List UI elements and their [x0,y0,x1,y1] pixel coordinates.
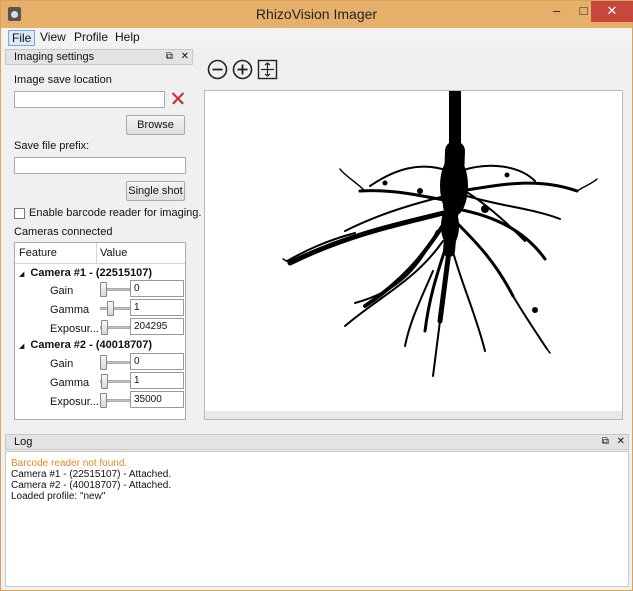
feature-gain-1: Gain [50,285,74,297]
camera-group-2[interactable]: ◢ Camera #2 - (40018707) [19,339,152,351]
slider-handle[interactable] [100,393,107,408]
float-dock-icon[interactable]: ⧉ [602,436,609,447]
prefix-input[interactable] [14,157,186,174]
log-line: Loaded profile: "new" [11,491,106,502]
exposure-value-1[interactable]: 204295 [130,318,184,335]
single-shot-button[interactable]: Single shot [126,181,185,201]
log-line: Camera #1 - (22515107) - Attached. [11,469,172,480]
save-location-label: Image save location [14,74,112,86]
log-titlebar[interactable]: Log ⧉ ✕ [5,434,629,450]
slider-handle[interactable] [100,355,107,370]
menu-file[interactable]: File [8,30,36,46]
minimize-button[interactable]: – [543,1,570,22]
barcode-label: Enable barcode reader for imaging. [29,207,202,219]
slider-handle[interactable] [101,374,108,389]
prefix-label: Save file prefix: [14,140,90,152]
col-value-header[interactable]: Value [100,247,127,259]
gamma-slider-2[interactable] [100,373,130,389]
imaging-settings-title: Imaging settings [14,51,95,63]
root-image [205,91,622,419]
expand-triangle-icon[interactable]: ◢ [19,271,24,278]
log-line: Camera #2 - (40018707) - Attached. [11,480,172,491]
close-dock-icon[interactable]: ✕ [181,51,189,62]
clear-location-icon[interactable] [170,90,186,106]
feature-exposure-2: Exposur... [50,396,99,408]
fit-to-window-icon[interactable] [257,59,278,80]
camera-feature-tree[interactable]: Feature Value ◢ Camera #1 - (22515107) Ga… [14,242,186,420]
gain-value-1[interactable]: 0 [130,280,184,297]
window-title: RhizoVision Imager [255,6,378,22]
feature-gamma-1: Gamma [50,304,90,316]
menu-bar: File View Profile Help [1,28,632,47]
expand-triangle-icon[interactable]: ◢ [19,343,24,350]
canvas-noise-strip [205,411,622,419]
browse-button[interactable]: Browse [126,115,185,135]
exposure-slider-1[interactable] [100,319,130,335]
log-line-warning: Barcode reader not found. [11,458,128,469]
menu-profile[interactable]: Profile [71,30,111,46]
gain-slider-1[interactable] [100,281,130,297]
image-canvas[interactable] [204,90,623,420]
feature-gamma-2: Gamma [50,377,90,389]
zoom-out-icon[interactable] [207,59,228,80]
close-window-button[interactable]: ✕ [591,1,633,22]
menu-help[interactable]: Help [112,30,143,46]
slider-handle[interactable] [100,282,107,297]
gamma-slider-1[interactable] [100,300,130,316]
title-bar[interactable]: RhizoVision Imager – □ ✕ [1,1,633,28]
main-window: RhizoVision Imager – □ ✕ File View Profi… [0,0,633,591]
col-feature-header[interactable]: Feature [19,247,57,259]
gain-value-2[interactable]: 0 [130,353,184,370]
slider-handle[interactable] [107,301,114,316]
menu-view[interactable]: View [37,30,69,46]
camera-group-1[interactable]: ◢ Camera #1 - (22515107) [19,267,152,279]
imaging-settings-titlebar[interactable]: Imaging settings ⧉ ✕ [5,49,193,65]
log-output[interactable]: Barcode reader not found. Camera #1 - (2… [5,451,629,587]
feature-exposure-1: Exposur... [50,323,99,335]
exposure-slider-2[interactable] [100,392,130,408]
log-title: Log [14,436,33,448]
save-location-input[interactable] [14,91,165,108]
exposure-value-2[interactable]: 35000 [130,391,184,408]
gamma-value-2[interactable]: 1 [130,372,184,389]
close-dock-icon[interactable]: ✕ [617,436,625,447]
gain-slider-2[interactable] [100,354,130,370]
barcode-checkbox[interactable] [14,208,25,219]
cameras-label: Cameras connected [14,226,113,238]
zoom-in-icon[interactable] [232,59,253,80]
float-dock-icon[interactable]: ⧉ [166,51,173,62]
feature-gain-2: Gain [50,358,74,370]
gamma-value-1[interactable]: 1 [130,299,184,316]
tree-header: Feature Value [15,243,185,264]
slider-handle[interactable] [101,320,108,335]
